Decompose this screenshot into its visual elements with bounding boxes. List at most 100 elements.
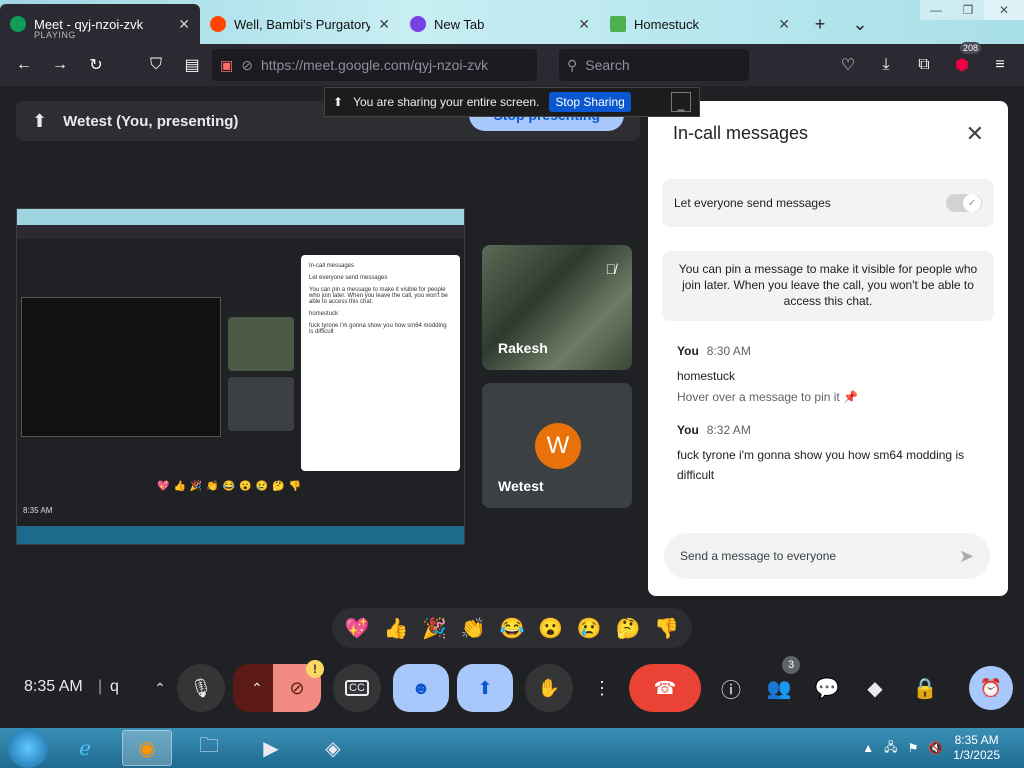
meeting-controls: 8:35 AM | q ⌃ 🎙 ⌃ ⊘ ! CC ☻ ⬆ ✋ ⋮ ☎ ⓘ 👥 3… xyxy=(0,656,1024,716)
people-count-badge: 3 xyxy=(782,656,800,674)
tab-title: Homestuck xyxy=(634,16,700,32)
present-screen-icon: ⬆ xyxy=(32,110,48,131)
minimize-sharebar-icon[interactable]: _ xyxy=(671,92,691,112)
clock-separator: | xyxy=(98,678,103,695)
timer-button[interactable]: ⏰ xyxy=(969,666,1013,710)
network-icon[interactable]: 🖧 xyxy=(884,738,897,759)
forward-arrow-icon[interactable]: → xyxy=(44,49,76,81)
preview-taskbar xyxy=(17,526,464,544)
reaction-clap[interactable]: 👏 xyxy=(461,616,486,641)
chat-icon[interactable]: 💬 xyxy=(813,674,841,702)
participant-tile-wetest[interactable]: W Wetest xyxy=(482,383,632,508)
internet-explorer-icon[interactable]: ℯ xyxy=(60,730,110,766)
close-window-icon[interactable]: ✕ xyxy=(984,0,1024,20)
reaction-heart[interactable]: 💖 xyxy=(345,616,370,641)
chat-message-input[interactable]: Send a message to everyone ➤ xyxy=(664,533,990,579)
reaction-sad[interactable]: 😢 xyxy=(577,616,602,641)
close-panel-icon[interactable]: ✕ xyxy=(966,121,984,147)
preview-let-everyone: Let everyone send messages xyxy=(309,275,388,281)
meeting-details-icon[interactable]: ⓘ xyxy=(717,674,745,702)
maximize-window-icon[interactable]: ❐ xyxy=(952,0,984,20)
action-center-flag-icon[interactable]: ⚑ xyxy=(908,741,919,755)
reactions-button[interactable]: ☻ xyxy=(393,664,449,712)
screen-share-indicator-icon[interactable]: ▣ xyxy=(220,57,233,74)
volume-muted-icon[interactable]: 🔇 xyxy=(928,741,943,755)
audio-options-chevron-icon[interactable]: ⌃ xyxy=(148,664,172,712)
camera-blocked-icon[interactable]: ⊘ xyxy=(241,57,253,74)
window-controls: — ❐ ✕ xyxy=(920,0,1024,44)
message-text: homestuck xyxy=(677,369,736,383)
let-everyone-toggle[interactable] xyxy=(946,194,982,212)
preview-controls: 8:35 AM xyxy=(17,498,464,522)
tab-homestuck[interactable]: Homestuck ✕ xyxy=(600,4,800,44)
show-hidden-icons-icon[interactable]: ▲ xyxy=(862,741,874,755)
mic-muted-icon: 🎙̸ xyxy=(605,261,617,277)
reaction-thumbs-up[interactable]: 👍 xyxy=(384,616,409,641)
close-tab-icon[interactable]: ✕ xyxy=(778,16,790,33)
present-screen-icon: ⬆ xyxy=(477,677,493,698)
tab-meet[interactable]: Meet - qyj-nzoi-zvk PLAYING ✕ xyxy=(0,4,200,44)
message-text: fuck tyrone i'm gonna show you how sm64 … xyxy=(677,448,965,482)
menu-hamburger-icon[interactable]: ≡ xyxy=(984,49,1016,81)
pocket-icon[interactable]: ♡ xyxy=(832,49,864,81)
reload-icon[interactable]: ↻ xyxy=(80,49,112,81)
shared-screen-preview: In-call messages Let everyone send messa… xyxy=(16,208,465,545)
tray-clock[interactable]: 8:35 AM 1/3/2025 xyxy=(953,733,1000,763)
permissions-icon[interactable]: ▤ xyxy=(176,49,208,81)
pin-icon[interactable]: 📌 xyxy=(843,390,858,404)
raise-hand-button[interactable]: ✋ xyxy=(525,664,573,712)
close-tab-icon[interactable]: ✕ xyxy=(578,16,590,33)
reaction-bar: 💖 👍 🎉 👏 😂 😮 😢 🤔 👎 xyxy=(332,608,692,648)
preview-chat-panel: In-call messages Let everyone send messa… xyxy=(301,255,460,471)
preview-reactions: 💖👍🎉👏😂😮😢🤔👎 xyxy=(157,481,306,492)
meeting-code: q xyxy=(110,678,119,695)
reaction-surprised[interactable]: 😮 xyxy=(538,616,563,641)
reaction-laugh[interactable]: 😂 xyxy=(500,616,525,641)
preview-clock: 8:35 AM xyxy=(23,505,53,515)
present-button[interactable]: ⬆ xyxy=(457,664,513,712)
close-tab-icon[interactable]: ✕ xyxy=(378,16,390,33)
message-time: 8:30 AM xyxy=(706,344,751,358)
downloads-icon[interactable]: ⤓ xyxy=(870,49,902,81)
preview-pin-info: You can pin a message to make it visible… xyxy=(309,287,448,305)
host-controls-icon[interactable]: 🔒 xyxy=(911,674,939,702)
extensions-icon[interactable]: ⧉ xyxy=(908,49,940,81)
people-icon[interactable]: 👥 xyxy=(765,674,793,702)
preview-msg-2: fuck tyrone i'm gonna show you how sm64 … xyxy=(309,323,447,335)
search-icon: ⚲ xyxy=(567,56,578,73)
shield-icon[interactable]: ⛉ xyxy=(140,49,172,81)
reaction-party[interactable]: 🎉 xyxy=(422,616,447,641)
captions-button[interactable]: CC xyxy=(333,664,381,712)
preview-chat-title: In-call messages xyxy=(309,263,355,269)
app-icon[interactable]: ◈ xyxy=(308,730,358,766)
preview-tile-wetest xyxy=(228,377,294,431)
close-tab-icon[interactable]: ✕ xyxy=(178,16,190,33)
preview-msg-1: homestuck xyxy=(309,311,339,317)
addon-icon[interactable]: ⬢ 208 xyxy=(946,42,982,81)
list-tabs-chevron-icon[interactable]: ⌄ xyxy=(840,4,880,44)
send-icon[interactable]: ➤ xyxy=(959,546,974,567)
start-button-icon[interactable] xyxy=(8,728,48,768)
chat-message[interactable]: You 8:30 AM homestuck Hover over a messag… xyxy=(677,344,987,404)
microphone-button[interactable]: 🎙 xyxy=(177,664,225,712)
media-player-icon[interactable]: ▶ xyxy=(246,730,296,766)
stop-sharing-button[interactable]: Stop Sharing xyxy=(549,92,631,112)
tab-new-tab[interactable]: New Tab ✕ xyxy=(400,4,600,44)
new-tab-plus-icon[interactable]: + xyxy=(800,4,840,44)
activities-icon[interactable]: ◆ xyxy=(861,674,889,702)
meet-favicon-icon xyxy=(10,16,26,32)
tab-reddit[interactable]: Well, Bambi's Purgatory is ✕ xyxy=(200,4,400,44)
firefox-taskbar-icon[interactable]: ◉ xyxy=(122,730,172,766)
search-field[interactable]: ⚲ Search xyxy=(559,49,749,81)
leave-call-button[interactable]: ☎ xyxy=(629,664,701,712)
more-options-icon[interactable]: ⋮ xyxy=(588,664,616,712)
minimize-window-icon[interactable]: — xyxy=(920,0,952,20)
reaction-thumbs-down[interactable]: 👎 xyxy=(654,616,679,641)
reaction-thinking[interactable]: 🤔 xyxy=(615,616,640,641)
file-explorer-icon[interactable]: 🗀 xyxy=(184,730,234,766)
chat-message[interactable]: You 8:32 AM fuck tyrone i'm gonna show yo… xyxy=(677,423,987,485)
toolbar-right: ♡ ⤓ ⧉ ⬢ 208 ≡ xyxy=(832,42,1016,81)
participant-tile-rakesh[interactable]: 🎙̸ Rakesh xyxy=(482,245,632,370)
back-arrow-icon[interactable]: ← xyxy=(8,49,40,81)
address-bar[interactable]: ▣ ⊘ https://meet.google.com/qyj-nzoi-zvk xyxy=(212,49,537,81)
